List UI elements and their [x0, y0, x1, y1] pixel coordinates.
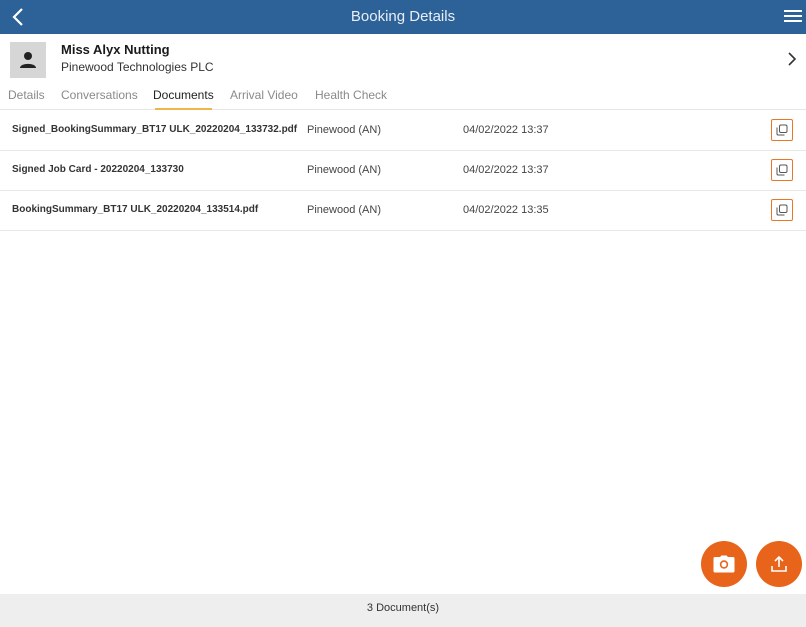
customer-company: Pinewood Technologies PLC	[61, 60, 214, 74]
document-name: BookingSummary_BT17 ULK_20220204_133514.…	[12, 204, 259, 215]
chevron-right-icon[interactable]	[786, 51, 798, 67]
customer-summary[interactable]: Miss Alyx Nutting Pinewood Technologies …	[0, 34, 806, 86]
camera-button[interactable]	[701, 541, 747, 587]
camera-icon	[713, 555, 735, 573]
documents-list: Signed_BookingSummary_BT17 ULK_20220204_…	[0, 111, 806, 231]
document-row[interactable]: Signed_BookingSummary_BT17 ULK_20220204_…	[0, 111, 806, 151]
document-name: Signed Job Card - 20220204_133730	[12, 164, 184, 175]
page-title: Booking Details	[350, 8, 456, 25]
tab-arrival-video[interactable]: Arrival Video	[230, 88, 298, 108]
upload-button[interactable]	[756, 541, 802, 587]
document-date: 04/02/2022 13:35	[463, 204, 549, 216]
copy-icon	[776, 164, 788, 176]
copy-button[interactable]	[771, 159, 793, 181]
document-owner: Pinewood (AN)	[307, 204, 381, 216]
tab-documents[interactable]: Documents	[153, 88, 214, 110]
document-count: 3 Document(s)	[366, 602, 440, 614]
avatar	[10, 42, 46, 78]
document-owner: Pinewood (AN)	[307, 164, 381, 176]
upload-icon	[771, 555, 787, 572]
booking-details-screen: Booking Details Miss Alyx Nutting Pinewo…	[0, 0, 806, 627]
document-count-bar: 3 Document(s)	[0, 594, 806, 627]
hamburger-menu-icon[interactable]	[784, 7, 802, 27]
copy-icon	[776, 124, 788, 136]
copy-icon	[776, 204, 788, 216]
document-row[interactable]: BookingSummary_BT17 ULK_20220204_133514.…	[0, 191, 806, 231]
document-date: 04/02/2022 13:37	[463, 164, 549, 176]
document-row[interactable]: Signed Job Card - 20220204_133730 Pinewo…	[0, 151, 806, 191]
tab-conversations[interactable]: Conversations	[61, 88, 138, 108]
document-name: Signed_BookingSummary_BT17 ULK_20220204_…	[12, 124, 298, 135]
document-date: 04/02/2022 13:37	[463, 124, 549, 136]
person-icon	[20, 52, 36, 68]
tab-bar: Details Conversations Documents Arrival …	[0, 86, 806, 110]
document-owner: Pinewood (AN)	[307, 124, 381, 136]
customer-name: Miss Alyx Nutting	[61, 42, 170, 57]
tab-details[interactable]: Details	[8, 88, 45, 108]
copy-button[interactable]	[771, 119, 793, 141]
tab-health-check[interactable]: Health Check	[315, 88, 387, 108]
app-header: Booking Details	[0, 0, 806, 34]
copy-button[interactable]	[771, 199, 793, 221]
